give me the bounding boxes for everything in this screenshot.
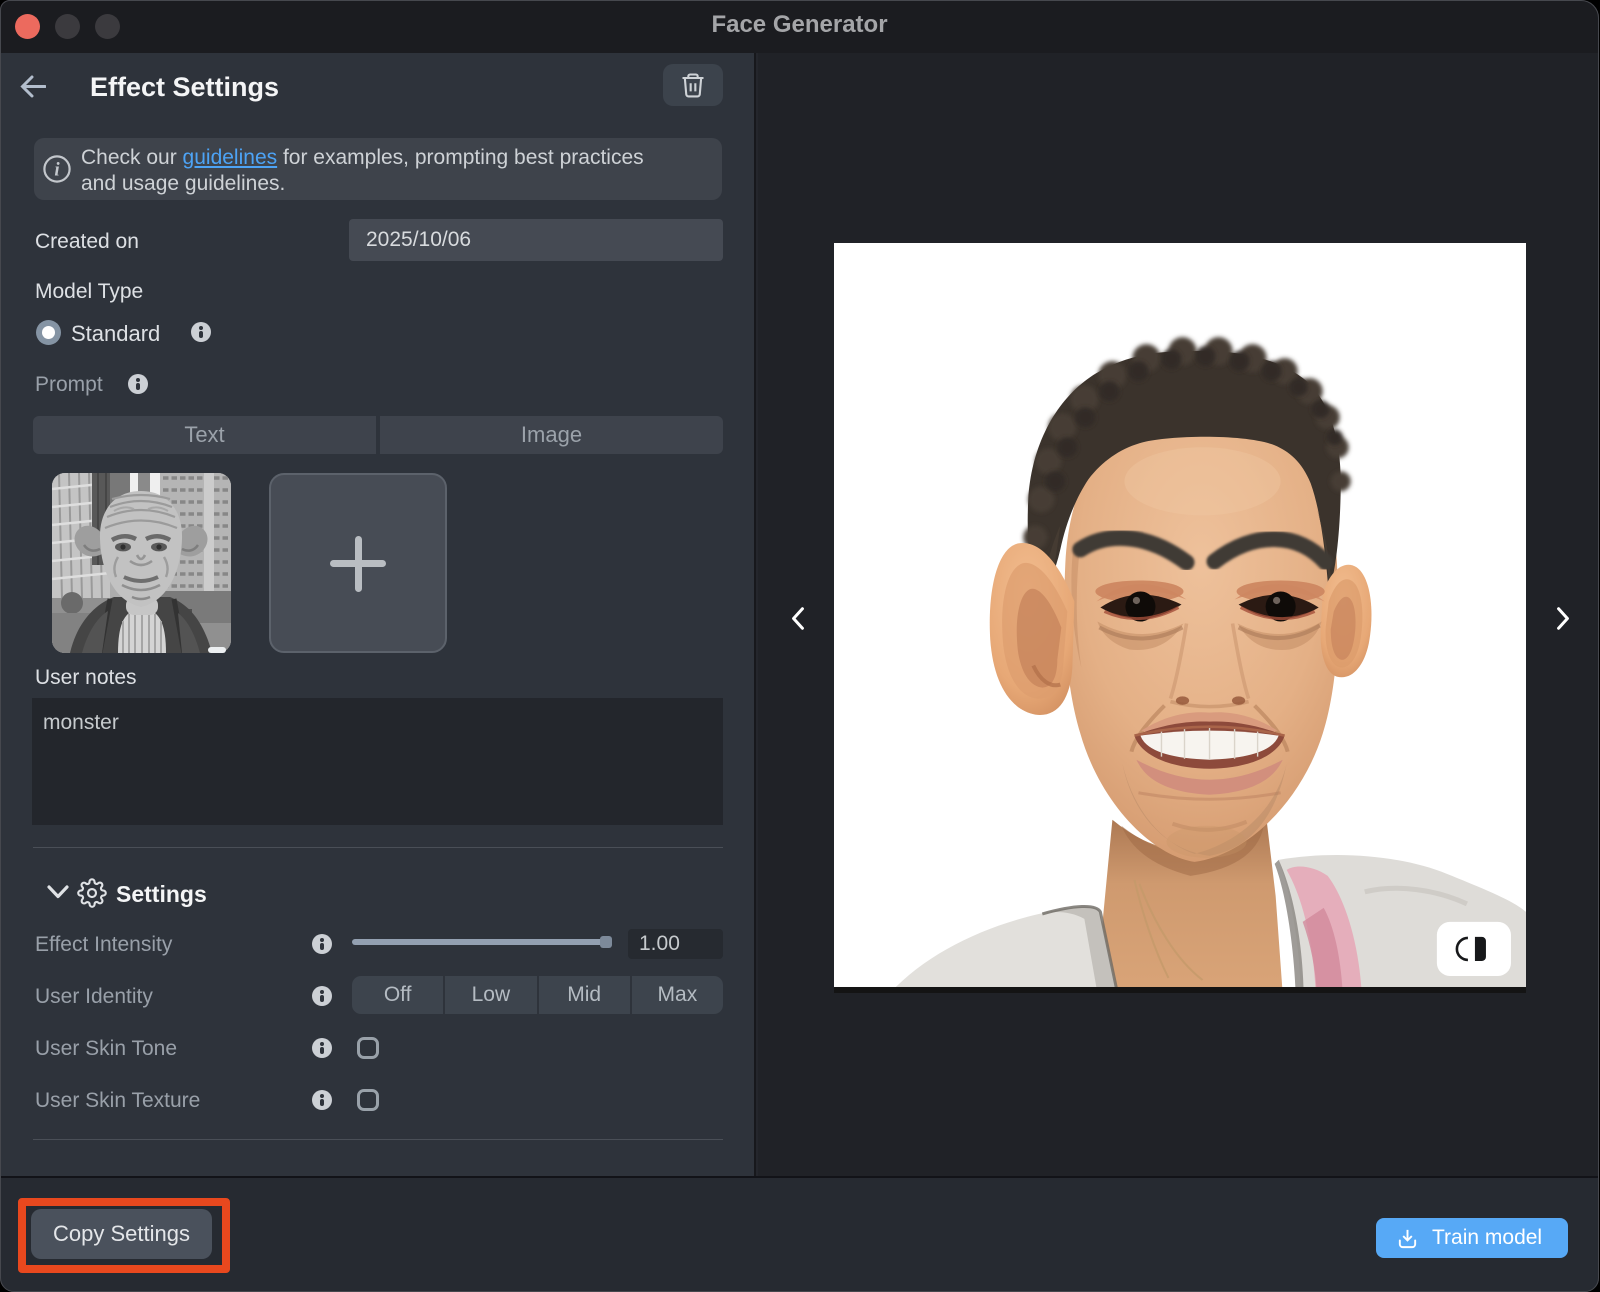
svg-text:i: i bbox=[54, 160, 60, 181]
